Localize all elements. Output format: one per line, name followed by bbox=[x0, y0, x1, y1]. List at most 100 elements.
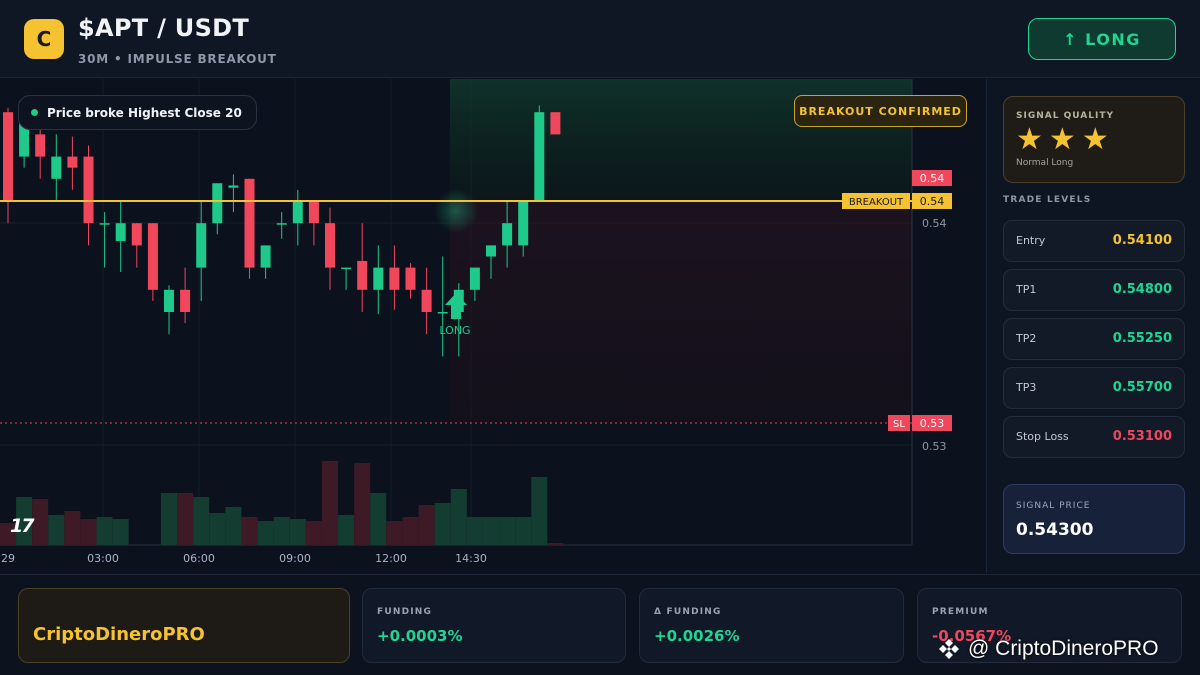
volume-bar bbox=[386, 521, 403, 545]
metric-label: FUNDING bbox=[377, 607, 433, 617]
svg-text:BREAKOUT: BREAKOUT bbox=[849, 197, 904, 208]
star-rating: ★ ★ ★ bbox=[1016, 125, 1109, 155]
x-axis-tick: 14:30 bbox=[455, 552, 487, 565]
brand-name: CriptoDineroPRO bbox=[33, 624, 205, 645]
trade-levels-title: TRADE LEVELS bbox=[1003, 195, 1092, 205]
candle-body bbox=[276, 223, 287, 225]
level-label: TP2 bbox=[1016, 332, 1037, 345]
volume-bar bbox=[547, 543, 564, 545]
y-axis-tick: 0.53 bbox=[922, 440, 947, 453]
level-tp1: TP1 0.54800 bbox=[1003, 269, 1185, 311]
breakout-glow bbox=[434, 189, 478, 233]
level-value: 0.54100 bbox=[1112, 233, 1172, 248]
level-label: TP1 bbox=[1016, 283, 1037, 296]
candle-body bbox=[67, 156, 78, 168]
metric-label: PREMIUM bbox=[932, 607, 989, 617]
volume-bar bbox=[370, 493, 387, 545]
volume-bar bbox=[402, 517, 419, 545]
volume-bar bbox=[450, 489, 467, 545]
candle-body bbox=[341, 267, 352, 270]
candle-body bbox=[115, 223, 126, 241]
volume-bar bbox=[32, 499, 49, 545]
volume-bar bbox=[499, 517, 516, 545]
signal-price-card: SIGNAL PRICE 0.54300 bbox=[1003, 484, 1185, 554]
metric-value: +0.0026% bbox=[654, 627, 740, 645]
volume-bar bbox=[96, 517, 113, 545]
x-axis-tick: 29 bbox=[1, 552, 15, 565]
candle-body bbox=[244, 178, 255, 268]
volume-bar bbox=[354, 463, 371, 545]
price-tag-stop-loss: SL 0.53 bbox=[888, 415, 952, 431]
candle-body bbox=[147, 223, 158, 290]
metric-value: +0.0003% bbox=[377, 627, 463, 645]
long-signal-button[interactable]: ↑ LONG bbox=[1028, 18, 1176, 60]
svg-text:0.54: 0.54 bbox=[920, 172, 945, 185]
candle-body bbox=[357, 260, 368, 290]
delta-funding-card: Δ FUNDING +0.0026% bbox=[639, 588, 904, 663]
y-axis-tick: 0.54 bbox=[922, 217, 947, 230]
breakout-confirmed-badge: BREAKOUT CONFIRMED bbox=[794, 95, 967, 127]
candle-body bbox=[373, 267, 384, 290]
watermark-text: @ CriptoDineroPRO bbox=[968, 637, 1159, 660]
volume-bar bbox=[515, 517, 532, 545]
level-label: Stop Loss bbox=[1016, 430, 1069, 443]
header: C $APT / USDT 30M • IMPULSE BREAKOUT ↑ L… bbox=[0, 0, 1200, 78]
candle-body bbox=[51, 156, 62, 179]
x-axis-tick: 06:00 bbox=[183, 552, 215, 565]
candle-body bbox=[437, 312, 448, 314]
binance-icon bbox=[939, 639, 959, 659]
volume-bar bbox=[80, 519, 97, 545]
volume-bar bbox=[305, 521, 322, 545]
candle-body bbox=[131, 223, 142, 246]
candle-body bbox=[292, 201, 303, 224]
metric-label: Δ FUNDING bbox=[654, 607, 722, 617]
volume-bar bbox=[48, 515, 65, 545]
candle-body bbox=[325, 223, 335, 268]
candle-body bbox=[550, 112, 561, 135]
signal-quality-note: Normal Long bbox=[1016, 158, 1074, 168]
watermark: @ CriptoDineroPRO bbox=[936, 636, 1159, 662]
candle-body bbox=[35, 134, 46, 157]
level-tp2: TP2 0.55250 bbox=[1003, 318, 1185, 360]
star-icon: ★ bbox=[1048, 122, 1076, 157]
breakout-condition-pill: Price broke Highest Close 20 bbox=[18, 95, 257, 130]
tradingview-logo[interactable]: 17 bbox=[10, 515, 34, 537]
candle-body bbox=[180, 289, 191, 312]
candle-body bbox=[228, 185, 239, 188]
svg-text:0.53: 0.53 bbox=[920, 417, 945, 430]
volume-bar bbox=[161, 493, 177, 545]
level-tp3: TP3 0.55700 bbox=[1003, 367, 1185, 409]
volume-bar bbox=[338, 515, 355, 545]
x-axis-tick: 09:00 bbox=[279, 552, 311, 565]
signal-quality-card: SIGNAL QUALITY ★ ★ ★ Normal Long bbox=[1003, 96, 1185, 183]
volume-bar bbox=[177, 493, 194, 545]
candlestick-chart[interactable]: LONG 0.54 BREAKOUT 0.54 SL 0.53 0.54 0.5… bbox=[0, 79, 985, 573]
candle-body bbox=[212, 183, 223, 224]
level-label: Entry bbox=[1016, 234, 1046, 247]
candle-body bbox=[405, 267, 416, 290]
volume-bar bbox=[257, 521, 274, 545]
price-chart[interactable]: LONG 0.54 BREAKOUT 0.54 SL 0.53 0.54 0.5… bbox=[0, 79, 985, 573]
x-axis-tick: 12:00 bbox=[375, 552, 407, 565]
volume-bar bbox=[273, 517, 290, 545]
signal-panel: SIGNAL QUALITY ★ ★ ★ Normal Long TRADE L… bbox=[986, 79, 1200, 573]
level-value: 0.53100 bbox=[1112, 429, 1172, 444]
volume-bar bbox=[322, 461, 338, 545]
level-value: 0.54800 bbox=[1112, 282, 1172, 297]
candle-body bbox=[421, 289, 432, 312]
volume-bar bbox=[434, 503, 451, 545]
candle-body bbox=[3, 112, 13, 201]
svg-text:SL: SL bbox=[893, 419, 905, 430]
volume-bar bbox=[209, 513, 226, 545]
star-icon: ★ bbox=[1016, 122, 1043, 157]
candle-body bbox=[534, 112, 545, 201]
pair-title: $APT / USDT bbox=[78, 14, 250, 42]
volume-bar bbox=[289, 519, 306, 545]
volume-bar bbox=[418, 505, 435, 545]
volume-bar bbox=[225, 507, 242, 545]
price-tag-current: 0.54 bbox=[912, 170, 952, 186]
volume-bar bbox=[241, 517, 258, 545]
timeframe-strategy: 30M • IMPULSE BREAKOUT bbox=[78, 52, 277, 66]
funding-card: FUNDING +0.0003% bbox=[362, 588, 626, 663]
candle-body bbox=[502, 223, 513, 246]
